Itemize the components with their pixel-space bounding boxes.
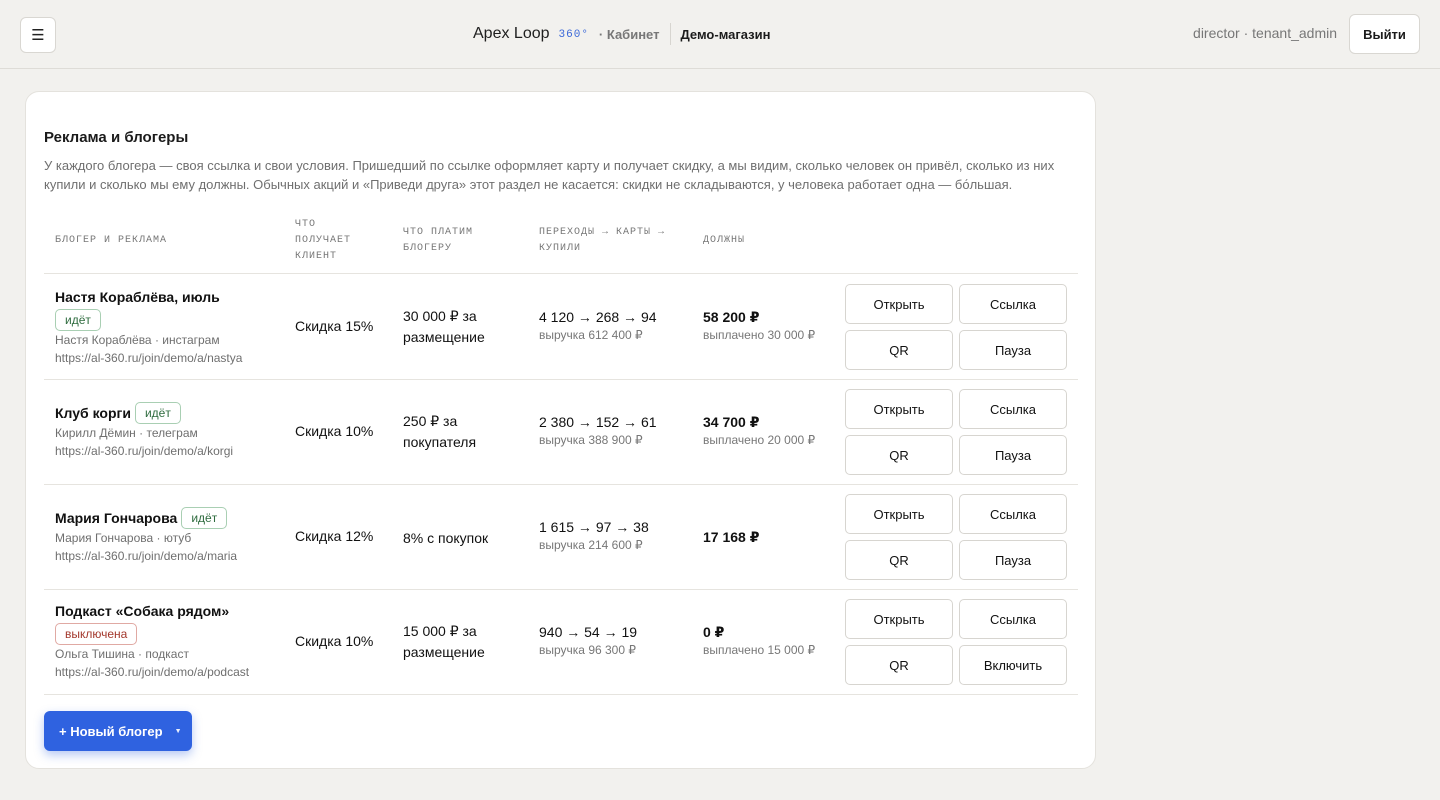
enable-button[interactable]: Включить [959,645,1067,685]
col-blogger: БЛОГЕР И РЕКЛАМА [55,235,168,246]
link-button[interactable]: Ссылка [959,284,1067,324]
blogger-name: Настя Кораблёва, июль [55,289,220,305]
owed-amount: 17 168 ₽ [703,529,760,545]
conversions: 2 380 → 152 → 61 [539,414,657,430]
header-divider [669,23,671,45]
col-we-pay: ЧТО ПЛАТИМ БЛОГЕРУ [403,227,474,254]
paid-amount: выплачено 15 000 ₽ [703,643,816,657]
we-pay: 8% с покупок [403,530,489,546]
row-actions: Открыть Ссылка QR Пауза [845,494,1067,580]
client-gets: Скидка 15% [295,318,374,334]
store-name: Демо-магазин [680,26,771,42]
conversions-cell: 2 380 → 152 → 61 выручка 388 900 ₽ [539,413,657,449]
col-conversions: ПЕРЕХОДЫ → КАРТЫ → КУПИЛИ [539,227,666,254]
logout-button[interactable]: Выйти [1349,14,1420,54]
menu-button[interactable]: ☰ [20,17,56,53]
pause-button[interactable]: Пауза [959,330,1067,370]
app-name: Apex Loop [473,25,550,42]
open-button[interactable]: Открыть [845,494,953,534]
link-button[interactable]: Ссылка [959,389,1067,429]
conversions: 4 120 → 268 → 94 [539,309,657,325]
revenue: выручка 612 400 ₽ [539,328,643,342]
row-actions: Открыть Ссылка QR Пауза [845,284,1067,370]
section-description: У каждого блогера — своя ссылка и свои у… [44,158,1055,192]
blogger-cell: Клуб корги идёт Кирилл Дёмин · телеграм … [55,402,285,460]
user-info: director · tenant_admin [1193,25,1337,41]
table-row: Мария Гончарова идёт Мария Гончарова · ю… [44,485,1078,590]
table-row: Подкаст «Собака рядом» выключена Ольга Т… [44,590,1078,695]
owed-amount: 58 200 ₽ [703,309,760,325]
we-pay: 250 ₽ за покупателя [403,413,477,450]
conversions-cell: 940 → 54 → 19 выручка 96 300 ₽ [539,623,637,659]
we-pay: 30 000 ₽ за размещение [403,308,485,345]
client-gets: Скидка 12% [295,528,374,544]
table-row: Настя Кораблёва, июль идёт Настя Кораблё… [44,275,1078,380]
open-button[interactable]: Открыть [845,284,953,324]
qr-button[interactable]: QR [845,435,953,475]
revenue: выручка 388 900 ₽ [539,433,643,447]
blogger-author: Кирилл Дёмин · телеграм [55,426,198,440]
section-name: · Кабинет [598,26,660,42]
open-button[interactable]: Открыть [845,389,953,429]
blogger-cell: Мария Гончарова идёт Мария Гончарова · ю… [55,507,285,565]
blogger-author: Ольга Тишина · подкаст [55,647,189,661]
status-badge: идёт [134,402,181,424]
blogger-name: Подкаст «Собака рядом» [55,603,230,619]
qr-button[interactable]: QR [845,540,953,580]
owed-cell: 17 168 ₽ [703,528,759,547]
client-gets: Скидка 10% [295,633,374,649]
app-badge: 360° [558,29,589,41]
row-actions: Открыть Ссылка QR Включить [845,599,1067,685]
blogger-link: https://al-360.ru/join/demo/a/nastya [55,351,243,365]
top-bar: ☰ Apex Loop 360° · Кабинет Демо-магазин … [0,0,1440,69]
conversions-cell: 4 120 → 268 → 94 выручка 612 400 ₽ [539,308,657,344]
client-gets: Скидка 10% [295,423,374,439]
table-header: БЛОГЕР И РЕКЛАМА ЧТО ПОЛУЧАЕТ КЛИЕНТ ЧТО… [44,211,1078,274]
link-button[interactable]: Ссылка [959,599,1067,639]
chevron-down-icon: ▼ [174,727,182,735]
owed-amount: 34 700 ₽ [703,414,760,430]
conversions-cell: 1 615 → 97 → 38 выручка 214 600 ₽ [539,518,649,554]
hamburger-icon: ☰ [31,27,45,44]
conversions: 1 615 → 97 → 38 [539,519,649,535]
open-button[interactable]: Открыть [845,599,953,639]
qr-button[interactable]: QR [845,330,953,370]
qr-button[interactable]: QR [845,645,953,685]
blogger-cell: Настя Кораблёва, июль идёт Настя Кораблё… [55,287,285,367]
table-row: Клуб корги идёт Кирилл Дёмин · телеграм … [44,380,1078,485]
blogger-name: Клуб корги [55,405,131,421]
blogger-author: Настя Кораблёва · инстаграм [55,333,220,347]
owed-cell: 34 700 ₽ выплачено 20 000 ₽ [703,413,815,449]
brand: Apex Loop 360° · Кабинет Демо-магазин [473,22,770,46]
owed-cell: 58 200 ₽ выплачено 30 000 ₽ [703,308,815,344]
revenue: выручка 214 600 ₽ [539,538,643,552]
blogger-name: Мария Гончарова [55,510,178,526]
section-title: Реклама и блогеры [44,129,189,146]
blogger-cell: Подкаст «Собака рядом» выключена Ольга Т… [55,601,285,681]
revenue: выручка 96 300 ₽ [539,643,636,657]
conversions: 940 → 54 → 19 [539,624,638,640]
row-actions: Открыть Ссылка QR Пауза [845,389,1067,475]
new-blogger-button[interactable]: + Новый блогер ▼ [44,711,192,751]
status-badge: идёт [55,309,101,331]
blogger-author: Мария Гончарова · ютуб [55,531,192,545]
owed-amount: 0 ₽ [703,624,725,640]
status-badge: выключена [55,623,138,645]
link-button[interactable]: Ссылка [959,494,1067,534]
paid-amount: выплачено 30 000 ₽ [703,328,816,342]
col-owed: ДОЛЖНЫ [703,235,746,246]
bloggers-card: Реклама и блогеры У каждого блогера — св… [25,91,1096,769]
pause-button[interactable]: Пауза [959,540,1067,580]
status-badge: идёт [181,507,228,529]
new-blogger-label: + Новый блогер [59,723,163,739]
owed-cell: 0 ₽ выплачено 15 000 ₽ [703,623,815,659]
blogger-link: https://al-360.ru/join/demo/a/podcast [55,665,250,679]
blogger-link: https://al-360.ru/join/demo/a/korgi [55,444,234,458]
pause-button[interactable]: Пауза [959,435,1067,475]
we-pay: 15 000 ₽ за размещение [403,623,485,660]
blogger-link: https://al-360.ru/join/demo/a/maria [55,549,238,563]
col-client-gets: ЧТО ПОЛУЧАЕТ КЛИЕНТ [295,219,352,262]
paid-amount: выплачено 20 000 ₽ [703,433,816,447]
